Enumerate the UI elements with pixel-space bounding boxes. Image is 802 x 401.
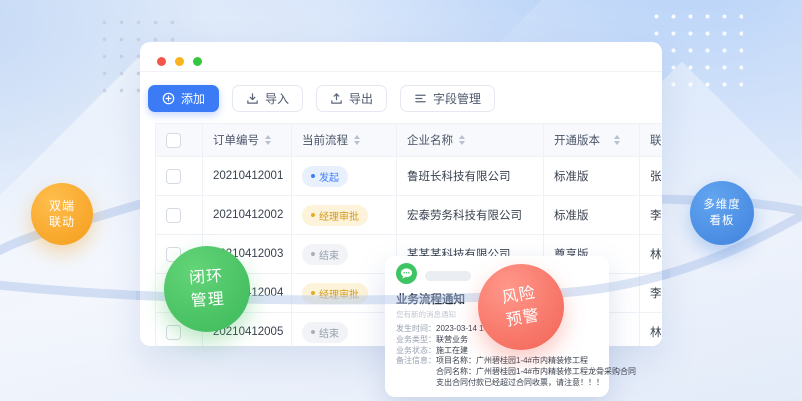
- column-header-version: 开通版本: [554, 132, 600, 148]
- export-button-label: 导出: [349, 90, 373, 107]
- stage-badge: 结束: [302, 244, 348, 265]
- dot-grid-decoration: [648, 8, 743, 88]
- list-icon: [414, 92, 427, 105]
- sort-control[interactable]: [614, 135, 620, 145]
- feature-badge-multi-board: 多维度看板: [690, 181, 754, 245]
- column-header-contact: 联系人: [650, 132, 662, 148]
- cell-company: 鲁班长科技有限公司: [397, 157, 544, 196]
- table-row: 20210412001 发起 鲁班长科技有限公司 标准版 张国光: [156, 157, 663, 196]
- status-dot-icon: [311, 213, 315, 217]
- import-icon: [246, 92, 259, 105]
- feature-badge-risk-alert: 风险预警: [478, 264, 564, 350]
- add-button[interactable]: 添加: [148, 85, 219, 112]
- close-window-button[interactable]: [157, 57, 166, 66]
- select-all-checkbox[interactable]: [166, 133, 181, 148]
- page: 添加 导入 导出 字段管理 订单编号 当前流程 企业名称: [0, 0, 802, 401]
- import-button-label: 导入: [265, 90, 289, 107]
- sort-control[interactable]: [354, 135, 360, 145]
- toolbar: 添加 导入 导出 字段管理: [140, 72, 662, 123]
- field-remark: 备注信息： 项目名称：广州碧桂园1-4#市内精装修工程 合同名称：广州碧桂园1-…: [396, 356, 598, 388]
- stage-badge: 发起: [302, 166, 348, 187]
- sender-name-placeholder: [425, 271, 471, 281]
- export-button[interactable]: 导出: [316, 85, 387, 112]
- plus-circle-icon: [162, 92, 175, 105]
- cell-contact: 林玲玲: [640, 313, 663, 347]
- add-button-label: 添加: [181, 90, 205, 107]
- cell-company: 宏泰劳务科技有限公司: [397, 196, 544, 235]
- export-icon: [330, 92, 343, 105]
- stage-badge: 结束: [302, 322, 348, 343]
- chat-message-icon: [396, 263, 417, 289]
- status-dot-icon: [311, 330, 315, 334]
- stage-badge: 经理审批: [302, 283, 368, 304]
- status-dot-icon: [311, 174, 315, 178]
- minimize-window-button[interactable]: [175, 57, 184, 66]
- cell-contact: 林玲玲: [640, 235, 663, 274]
- feature-badge-closed-loop: 闭环管理: [164, 246, 250, 332]
- maximize-window-button[interactable]: [193, 57, 202, 66]
- cell-contact: 张国光: [640, 157, 663, 196]
- status-dot-icon: [311, 252, 315, 256]
- field-status: 业务状态：施工在建: [396, 346, 598, 357]
- field-management-label: 字段管理: [433, 90, 481, 107]
- field-management-button[interactable]: 字段管理: [400, 85, 495, 112]
- sort-control[interactable]: [459, 135, 465, 145]
- cell-order: 20210412002: [203, 196, 292, 235]
- row-checkbox[interactable]: [166, 325, 181, 340]
- status-dot-icon: [311, 291, 315, 295]
- column-header-stage: 当前流程: [302, 132, 348, 148]
- table-row: 20210412002 经理审批 宏泰劳务科技有限公司 标准版 李思思: [156, 196, 663, 235]
- cell-contact: 李思思: [640, 274, 663, 313]
- column-header-order: 订单编号: [213, 132, 259, 148]
- column-header-company: 企业名称: [407, 132, 453, 148]
- import-button[interactable]: 导入: [232, 85, 303, 112]
- window-titlebar: [140, 42, 662, 72]
- header-checkbox-cell: [156, 124, 203, 157]
- cell-contact: 李思思: [640, 196, 663, 235]
- cell-version: 标准版: [544, 157, 640, 196]
- table-header-row: 订单编号 当前流程 企业名称 开通版本 联系人: [156, 124, 663, 157]
- cell-version: 标准版: [544, 196, 640, 235]
- row-checkbox[interactable]: [166, 208, 181, 223]
- cell-order: 20210412001: [203, 157, 292, 196]
- feature-badge-dual-link: 双端联动: [31, 183, 93, 245]
- sort-control[interactable]: [265, 135, 271, 145]
- stage-badge: 经理审批: [302, 205, 368, 226]
- row-checkbox[interactable]: [166, 169, 181, 184]
